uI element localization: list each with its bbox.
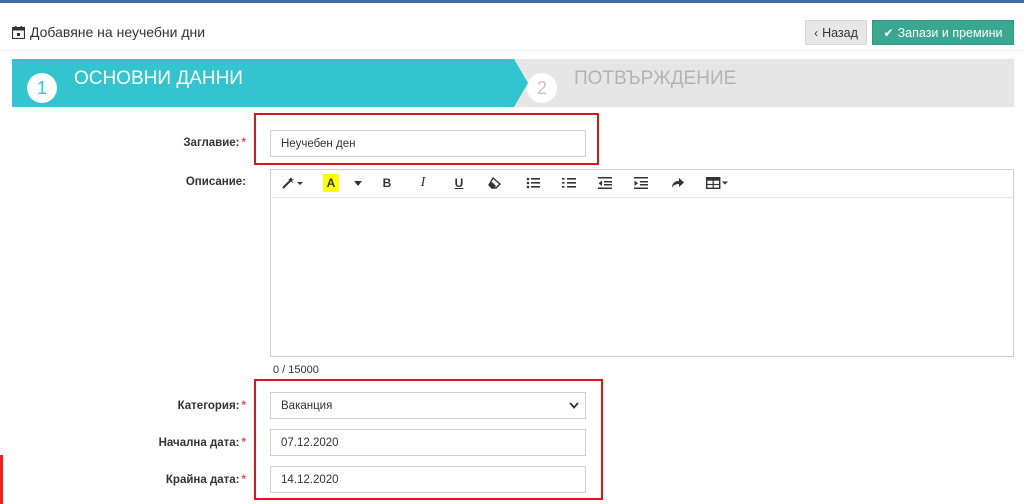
description-label: Описание: xyxy=(185,176,246,188)
calendar-icon xyxy=(12,25,25,39)
bulleted-list-icon[interactable] xyxy=(525,174,541,192)
underline-icon[interactable]: U xyxy=(451,174,467,192)
step-1-number: 1 xyxy=(27,73,57,103)
table-icon[interactable] xyxy=(705,174,731,192)
bold-icon[interactable]: B xyxy=(379,174,395,192)
header-divider xyxy=(0,50,1024,51)
required-mark: * xyxy=(241,137,246,149)
top-accent-line xyxy=(0,0,1024,3)
start-date-label: Начална дата: * xyxy=(158,437,246,449)
step-arrow xyxy=(514,59,528,107)
eraser-icon[interactable] xyxy=(487,174,503,192)
magic-wand-icon[interactable] xyxy=(279,174,305,192)
chevron-down-icon[interactable] xyxy=(353,174,363,192)
highlight-box-title xyxy=(254,113,599,165)
required-mark: * xyxy=(241,400,246,412)
page-title: Добавяне на неучебни дни xyxy=(30,24,206,40)
italic-icon[interactable]: I xyxy=(415,174,431,192)
title-label: Заглавие: * xyxy=(183,137,246,149)
description-editor[interactable]: A B I U xyxy=(270,169,1014,357)
check-icon: ✔ xyxy=(883,25,894,40)
editor-toolbar: A B I U xyxy=(271,170,1013,198)
back-button[interactable]: ‹ Назад xyxy=(805,20,867,45)
required-mark: * xyxy=(241,437,246,449)
save-and-continue-button[interactable]: ✔ Запази и премини xyxy=(872,20,1014,45)
numbered-list-icon[interactable] xyxy=(561,174,577,192)
category-label: Категория: * xyxy=(177,400,246,412)
step-2-label: ПОТВЪРЖДЕНИЕ xyxy=(574,68,737,89)
required-mark: * xyxy=(241,474,246,486)
left-edge-marker xyxy=(0,455,3,504)
character-counter: 0 / 15000 xyxy=(273,364,319,376)
highlight-box-category-dates xyxy=(254,379,603,500)
page-header: Добавяне на неучебни дни xyxy=(12,18,205,46)
indent-icon[interactable] xyxy=(633,174,649,192)
step-2-number: 2 xyxy=(527,73,557,103)
wizard-steps: 1 ОСНОВНИ ДАННИ 2 ПОТВЪРЖДЕНИЕ xyxy=(12,59,1014,107)
outdent-icon[interactable] xyxy=(597,174,613,192)
end-date-label: Крайна дата: * xyxy=(165,474,246,486)
chevron-left-icon: ‹ xyxy=(814,25,819,40)
step-1-label: ОСНОВНИ ДАННИ xyxy=(74,68,243,89)
save-button-label: Запази и премини xyxy=(897,25,1003,40)
back-button-label: Назад xyxy=(822,25,858,40)
redo-icon[interactable] xyxy=(669,174,685,192)
text-color-icon[interactable]: A xyxy=(323,174,339,192)
